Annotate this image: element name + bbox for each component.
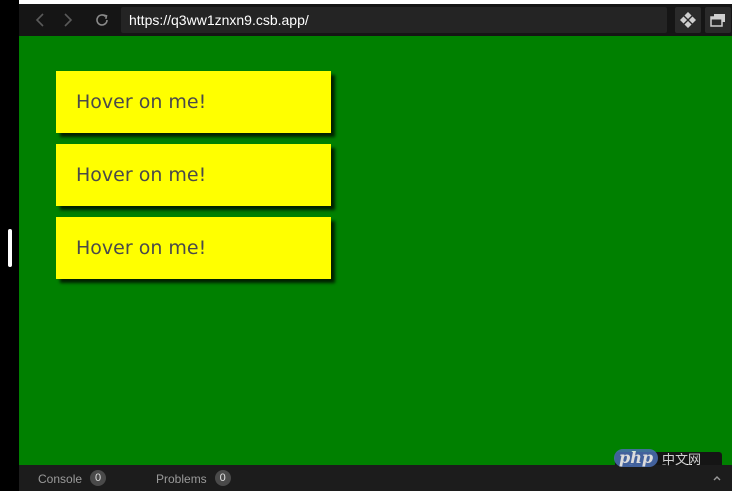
console-tab[interactable]: Console 0: [38, 470, 107, 486]
forward-button[interactable]: [57, 9, 79, 31]
chevron-right-icon: [64, 13, 73, 27]
codesandbox-button[interactable]: [675, 7, 701, 33]
status-bar: Console 0 Problems 0: [19, 465, 732, 491]
new-window-icon: [710, 14, 725, 27]
left-gutter: [0, 0, 19, 491]
problems-label: Problems: [156, 471, 207, 486]
url-text: https://q3ww1znxn9.csb.app/: [129, 12, 309, 28]
hover-box-label: Hover on me!: [76, 164, 207, 186]
resize-handle[interactable]: [8, 229, 12, 267]
codesandbox-icon: [680, 12, 696, 28]
hover-box[interactable]: Hover on me!: [56, 71, 331, 133]
browser-toolbar: https://q3ww1znxn9.csb.app/: [19, 0, 732, 36]
hover-box[interactable]: Hover on me!: [56, 144, 331, 206]
chevron-up-icon: [713, 476, 721, 481]
console-count-badge: 0: [90, 470, 107, 486]
back-button[interactable]: [29, 9, 51, 31]
hover-box[interactable]: Hover on me!: [56, 217, 331, 279]
hover-box-label: Hover on me!: [76, 91, 207, 113]
hover-box-label: Hover on me!: [76, 237, 207, 259]
problems-tab[interactable]: Problems 0: [156, 470, 231, 486]
address-bar[interactable]: https://q3ww1znxn9.csb.app/: [121, 7, 667, 33]
preview-viewport: Hover on me! Hover on me! Hover on me! O…: [19, 36, 732, 485]
chevron-left-icon: [35, 13, 44, 27]
codesandbox-preview-panel: https://q3ww1znxn9.csb.app/ Hover on me!…: [0, 0, 732, 491]
refresh-icon: [96, 14, 108, 26]
collapse-panel-button[interactable]: [709, 470, 725, 486]
problems-count-badge: 0: [214, 470, 231, 486]
console-label: Console: [38, 471, 83, 486]
open-new-window-button[interactable]: [705, 7, 731, 33]
preview-browser: https://q3ww1znxn9.csb.app/ Hover on me!…: [19, 0, 732, 491]
refresh-button[interactable]: [91, 9, 113, 31]
